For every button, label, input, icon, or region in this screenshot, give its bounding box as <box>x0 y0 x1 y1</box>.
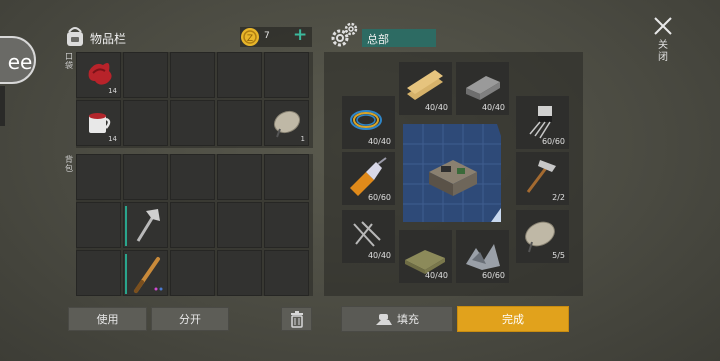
backpack-slot-5[interactable] <box>264 154 309 200</box>
inventory-title: 物品栏 <box>90 32 127 46</box>
backpack-slot-12[interactable] <box>123 250 168 296</box>
ingredient-slot-scrap[interactable]: 60/60 <box>456 230 509 283</box>
ingredient-slot-metal[interactable]: 40/40 <box>456 62 509 115</box>
backpack-slot-2[interactable] <box>123 154 168 200</box>
fill-button[interactable]: 填充 <box>341 306 453 332</box>
coin-amount: 7 <box>264 31 270 41</box>
pocket-slot-8[interactable] <box>170 100 215 146</box>
close-label: 关闭 <box>658 40 668 63</box>
ingredient-count: 2/2 <box>552 193 565 202</box>
close-icon <box>654 17 672 35</box>
backpack-slot-15[interactable] <box>264 250 309 296</box>
pocket-slot-6[interactable]: 14 <box>76 100 121 146</box>
backpack-slot-11[interactable] <box>76 250 121 296</box>
ingredient-count: 40/40 <box>424 103 448 112</box>
backpack-slot-3[interactable] <box>170 154 215 200</box>
player-avatar[interactable]: ee <box>0 36 36 84</box>
baseball-bat-icon <box>134 257 163 293</box>
close-button[interactable]: 关闭 <box>650 14 676 72</box>
backpack-slot-14[interactable] <box>217 250 262 296</box>
ingredient-slot-hammer[interactable]: 2/2 <box>516 152 569 205</box>
pocket-slot-7[interactable] <box>123 100 168 146</box>
svg-text:ee: ee <box>8 50 33 74</box>
backpack-icon <box>64 24 86 48</box>
gears-icon <box>329 20 359 50</box>
pocket-slot-3[interactable] <box>170 52 215 98</box>
done-button[interactable]: 完成 <box>457 306 569 332</box>
ingredient-count: 40/40 <box>424 271 448 280</box>
backpack-slot-8[interactable] <box>170 202 215 248</box>
ingredient-count: 60/60 <box>481 271 505 280</box>
avatar-logo-icon: ee <box>8 50 33 74</box>
blueprint-result[interactable] <box>401 122 505 226</box>
base-blueprint-icon <box>403 124 501 222</box>
ingredient-count: 40/40 <box>481 103 505 112</box>
coin-icon: Z <box>240 27 260 47</box>
ingredient-slot-dish[interactable]: 5/5 <box>516 210 569 263</box>
hatchet-icon <box>136 209 160 242</box>
backpack-slot-10[interactable] <box>264 202 309 248</box>
ingredient-slot-cloth[interactable]: 40/40 <box>399 230 452 283</box>
use-button[interactable]: 使用 <box>68 307 147 331</box>
crafting-category[interactable]: 总部 <box>362 29 436 47</box>
item-count: 14 <box>108 87 117 95</box>
pocket-slot-4[interactable] <box>217 52 262 98</box>
split-button[interactable]: 分开 <box>151 307 229 331</box>
add-coins-button[interactable]: + <box>293 25 307 45</box>
ingredient-count: 40/40 <box>367 137 391 146</box>
backpack-slot-1[interactable] <box>76 154 121 200</box>
svg-text:Z: Z <box>247 34 253 44</box>
ingredient-count: 60/60 <box>541 137 565 146</box>
backpack-grid <box>76 154 313 296</box>
item-count: 1 <box>300 135 305 143</box>
ingredient-slot-glue[interactable]: 60/60 <box>342 152 395 205</box>
crafting-panel: 40/40 40/40 40/40 60/60 40/40 60/60 2/2 … <box>324 52 583 296</box>
ingredient-slot-transistor[interactable]: 60/60 <box>516 96 569 149</box>
ingredient-slot-wood[interactable]: 40/40 <box>399 62 452 115</box>
fill-label: 填充 <box>397 313 419 326</box>
backpack-section-label: 背包 <box>65 155 73 173</box>
backpack-slot-6[interactable] <box>76 202 121 248</box>
backpack-slot-4[interactable] <box>217 154 262 200</box>
ingredient-count: 5/5 <box>552 251 565 260</box>
pocket-slot-2[interactable] <box>123 52 168 98</box>
trash-icon <box>290 311 303 328</box>
ingredient-slot-nails[interactable]: 40/40 <box>342 210 395 263</box>
item-count: 14 <box>108 135 117 143</box>
pocket-grid: 14 14 1 <box>76 52 313 148</box>
pocket-slot-5[interactable] <box>264 52 309 98</box>
side-handle <box>0 86 5 126</box>
backpack-slot-9[interactable] <box>217 202 262 248</box>
backpack-slot-7[interactable] <box>123 202 168 248</box>
pocket-slot-10[interactable]: 1 <box>264 100 309 146</box>
pocket-section-label: 口袋 <box>65 52 73 70</box>
ingredient-count: 60/60 <box>367 193 391 202</box>
trash-button[interactable] <box>281 307 312 331</box>
pocket-slot-9[interactable] <box>217 100 262 146</box>
coin-counter: Z 7 + <box>240 25 312 47</box>
fill-hand-icon <box>376 314 392 325</box>
pocket-slot-1[interactable]: 14 <box>76 52 121 98</box>
ingredient-count: 40/40 <box>367 251 391 260</box>
backpack-slot-13[interactable] <box>170 250 215 296</box>
ingredient-slot-wire[interactable]: 40/40 <box>342 96 395 149</box>
